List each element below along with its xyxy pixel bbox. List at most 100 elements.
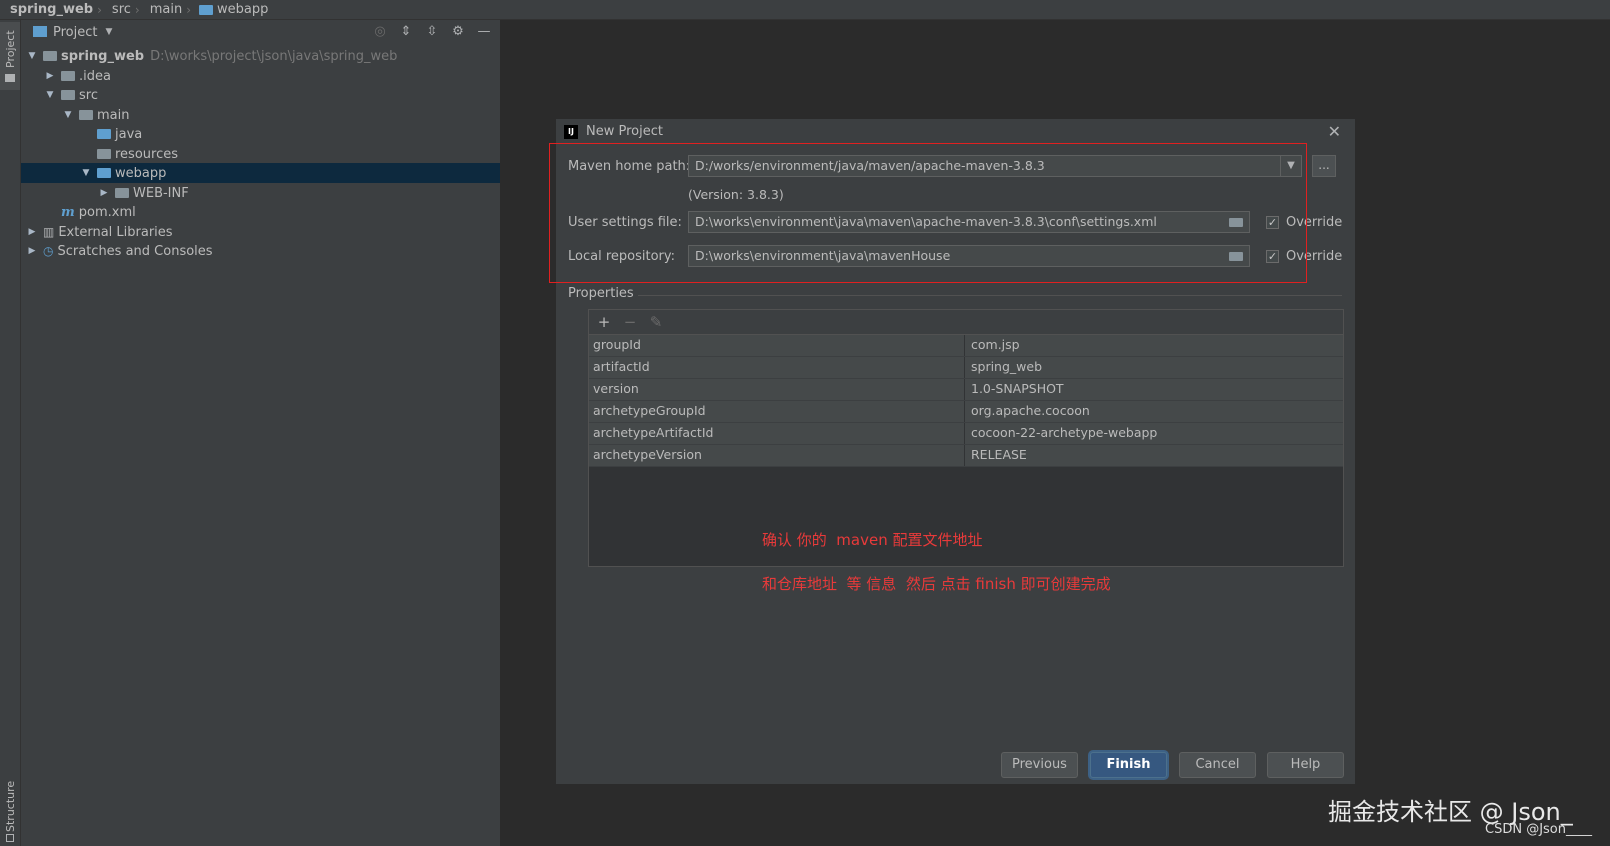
breadcrumb-item-webapp[interactable]: webapp [217,2,272,17]
resources-folder-icon [97,149,111,159]
breadcrumb-item-src[interactable]: src [102,2,135,17]
chevron-down-icon[interactable]: ▼ [45,90,55,100]
edit-icon[interactable]: ✎ [649,313,663,331]
cancel-button[interactable]: Cancel [1179,752,1256,778]
left-tool-strip [0,20,21,846]
project-panel-title[interactable]: Project [53,25,97,40]
tab-structure-label: Structure [4,780,17,832]
folder-icon [5,74,15,82]
breadcrumb-item-spring-web[interactable]: spring_web [0,2,97,17]
expand-all-icon[interactable]: ⇕ [398,24,414,40]
browse-button[interactable]: ... [1312,155,1336,177]
property-key: version [589,379,965,400]
scratches-icon: ◷ [43,244,54,258]
property-key: artifactId [589,357,965,378]
table-row[interactable]: version 1.0-SNAPSHOT [589,379,1343,401]
locate-icon[interactable]: ◎ [372,24,388,40]
property-value: cocoon-22-archetype-webapp [971,425,1158,440]
folder-icon [199,4,214,15]
tree-item-label: External Libraries [58,224,173,240]
project-view-icon [33,26,47,37]
tree-item-spring-web[interactable]: ▼ spring_web D:\works\project\json\java\… [21,46,500,66]
chevron-down-icon[interactable]: ▼ [27,51,37,61]
folder-icon [61,90,75,100]
help-button[interactable]: Help [1267,752,1344,778]
remove-icon[interactable]: − [623,313,637,331]
annotation-note-line2: 和仓库地址 等 信息 然后 点击 finish 即可创建完成 [762,575,1111,593]
tree-item-label: spring_web [61,48,145,64]
folder-icon [61,71,75,81]
properties-divider [638,295,1342,296]
tree-item-label: webapp [115,165,167,181]
annotation-note-line1: 确认 你的 maven 配置文件地址 [762,531,983,549]
table-row[interactable]: archetypeVersion RELEASE [589,445,1343,467]
project-panel: Project ▼ ◎ ⇕ ⇳ ⚙ — ▼ spring_web D:\work… [21,20,501,846]
chevron-down-icon[interactable]: ▼ [63,110,73,120]
property-value: RELEASE [971,447,1027,462]
tree-item-label: main [97,107,130,123]
table-row[interactable]: groupId com.jsp [589,335,1343,357]
tree-item-label: java [115,126,143,142]
tree-item-label: pom.xml [78,204,136,220]
property-key: groupId [589,335,965,356]
property-value: org.apache.cocoon [971,403,1090,418]
breadcrumb-item-main[interactable]: main [140,2,186,17]
previous-button[interactable]: Previous [1001,752,1078,778]
gear-icon[interactable]: ⚙ [450,24,466,40]
chevron-down-icon[interactable]: ▼ [81,168,91,178]
tree-item-web-inf[interactable]: ▶ WEB-INF [21,183,500,203]
tree-item-main[interactable]: ▼ main [21,105,500,125]
table-row[interactable]: archetypeArtifactId cocoon-22-archetype-w… [589,423,1343,445]
add-icon[interactable]: + [597,313,611,331]
module-folder-icon [43,51,57,61]
tree-item-label: resources [115,146,179,162]
tree-item-label: WEB-INF [133,185,189,201]
minimize-icon[interactable]: — [476,24,492,40]
chevron-down-icon[interactable]: ▼ [105,27,112,37]
tree-item-label: Scratches and Consoles [57,243,213,259]
tree-item-idea[interactable]: ▶ .idea [21,66,500,86]
collapse-all-icon[interactable]: ⇳ [424,24,440,40]
table-row[interactable]: artifactId spring_web [589,357,1343,379]
project-path: D:\works\project\json\java\spring_web [150,48,398,64]
finish-button[interactable]: Finish [1090,752,1167,778]
tree-item-scratches[interactable]: ▶ ◷ Scratches and Consoles [21,241,500,261]
property-key: archetypeGroupId [589,401,965,422]
breadcrumb-separator: › [186,2,192,17]
annotation-highlight-box [549,143,1307,283]
dialog-title: New Project [586,124,663,139]
dialog-titlebar: IJ New Project ✕ [556,119,1355,145]
chevron-right-icon[interactable]: ▶ [45,71,55,81]
property-value: spring_web [971,359,1043,374]
tree-item-java[interactable]: java [21,124,500,144]
property-value: com.jsp [971,337,1020,352]
tab-project-label: Project [4,30,17,68]
tree-item-webapp[interactable]: ▼ webapp [21,163,500,183]
folder-icon [115,188,129,198]
close-icon[interactable]: ✕ [1328,122,1341,141]
project-panel-header: Project ▼ ◎ ⇕ ⇳ ⚙ — [21,20,500,44]
properties-label: Properties [568,286,634,301]
structure-icon [6,834,14,842]
chevron-right-icon[interactable]: ▶ [27,246,37,256]
folder-icon [79,110,93,120]
property-value: 1.0-SNAPSHOT [971,381,1064,396]
table-row[interactable]: archetypeGroupId org.apache.cocoon [589,401,1343,423]
tree-item-external-libraries[interactable]: ▶ ▥ External Libraries [21,222,500,242]
tree-item-label: src [79,87,98,103]
intellij-logo-icon: IJ [564,125,578,139]
tree-item-label: .idea [79,68,111,84]
property-key: archetypeVersion [589,445,965,466]
tree-item-pom-xml[interactable]: m pom.xml [21,202,500,222]
chevron-right-icon[interactable]: ▶ [99,188,109,198]
maven-file-icon: m [61,204,75,220]
watermark-sub: CSDN @Json____ [1485,822,1592,837]
tab-structure[interactable]: Structure [0,770,20,846]
tab-project[interactable]: Project [0,22,20,90]
chevron-right-icon[interactable]: ▶ [27,227,37,237]
tree-item-resources[interactable]: resources [21,144,500,164]
library-icon: ▥ [43,225,55,239]
web-folder-icon [97,168,111,178]
tree-item-src[interactable]: ▼ src [21,85,500,105]
properties-toolbar: + − ✎ [589,310,1343,335]
